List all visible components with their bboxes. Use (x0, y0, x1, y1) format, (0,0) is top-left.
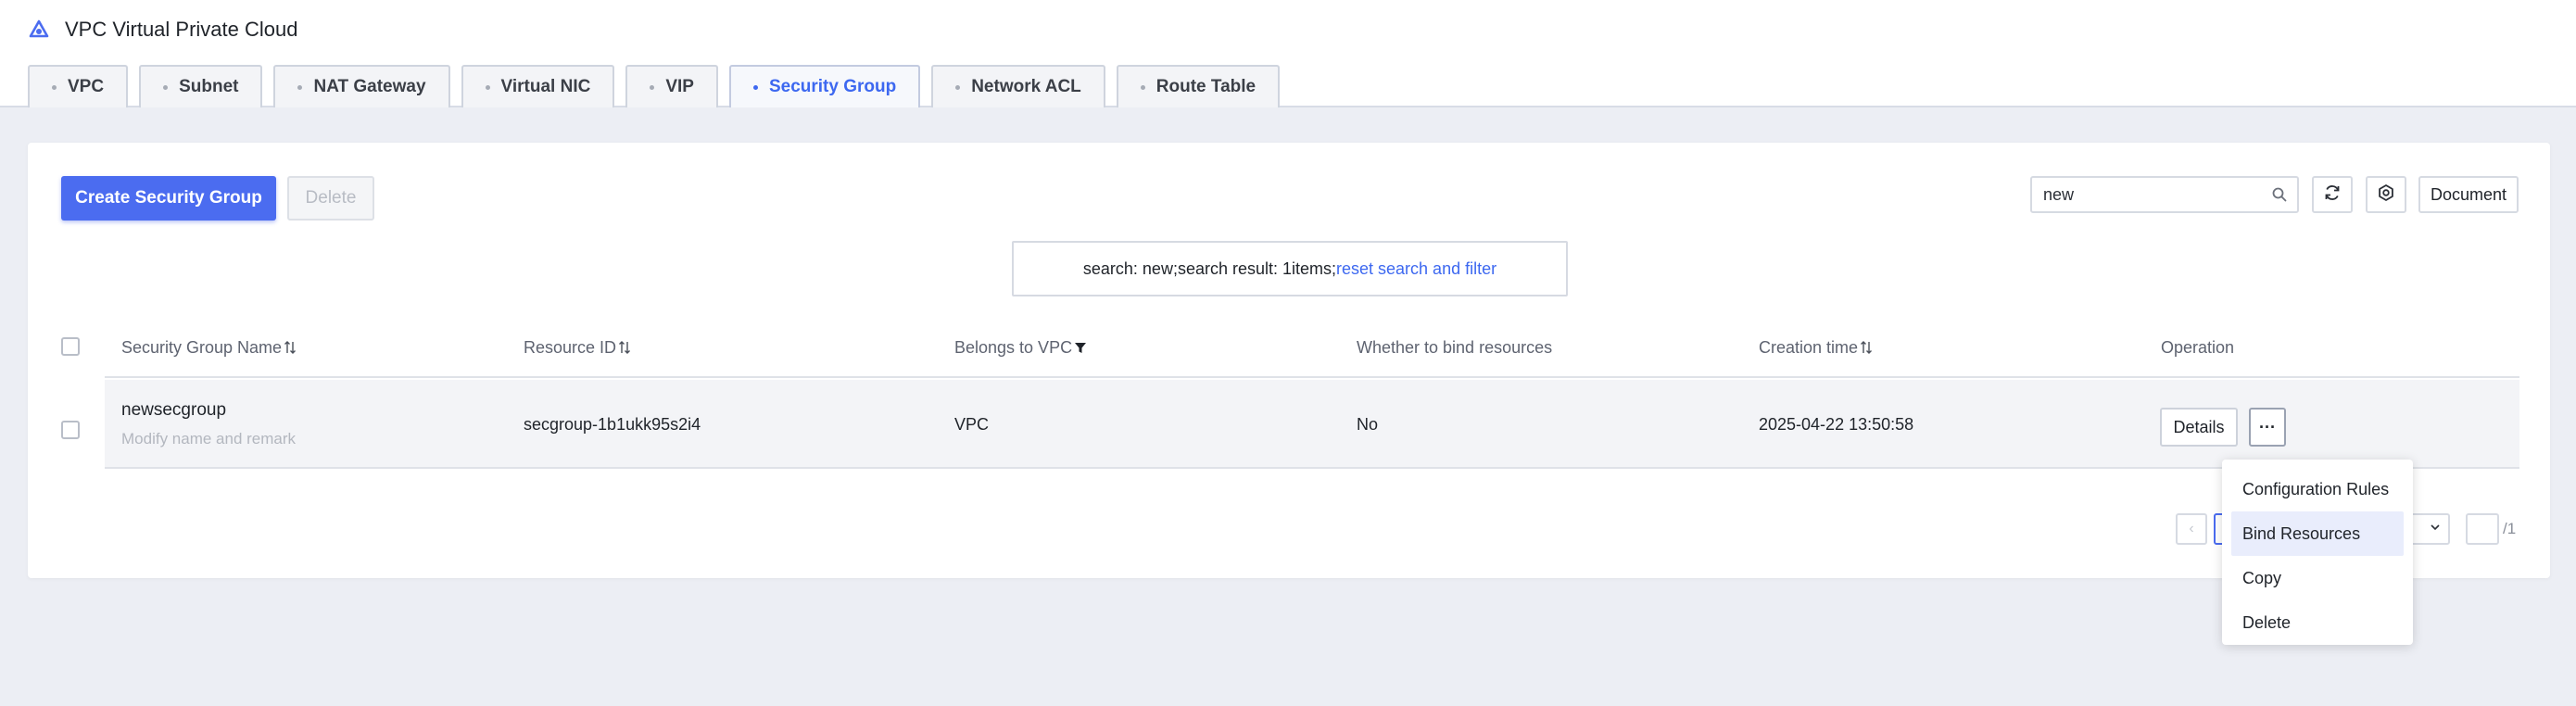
column-header-label: Resource ID (524, 337, 617, 357)
row-checkbox[interactable] (61, 421, 80, 439)
column-header-created[interactable]: Creation time (1759, 319, 1873, 376)
settings-button[interactable] (2366, 176, 2406, 213)
content-card: Create Security Group Delete new Documen… (28, 143, 2550, 578)
menu-item-copy[interactable]: Copy (2231, 556, 2404, 600)
column-header-label: Security Group Name (121, 337, 283, 357)
page-size-select[interactable] (2409, 513, 2450, 545)
select-all-checkbox[interactable] (61, 337, 80, 356)
tab-label: Virtual NIC (500, 77, 591, 96)
tab-network-acl[interactable]: Network ACL (931, 65, 1105, 107)
tab-label: Network ACL (971, 77, 1081, 96)
table-header: Security Group Name Resource ID Belongs … (105, 319, 2519, 378)
vpc-cell: VPC (954, 415, 990, 434)
delete-button[interactable]: Delete (287, 176, 374, 221)
table-row: newsecgroup Modify name and remark secgr… (105, 380, 2519, 469)
brand: VPC Virtual Private Cloud (28, 17, 298, 43)
security-group-name-cell: newsecgroup Modify name and remark (121, 400, 296, 448)
search-result-banner: search: new;search result: 1items; reset … (1012, 241, 1568, 296)
column-header-label: Belongs to VPC (954, 337, 1073, 357)
tab-subnet[interactable]: Subnet (139, 65, 263, 107)
sort-icon[interactable] (618, 339, 631, 356)
modify-name-link[interactable]: Modify name and remark (121, 430, 296, 448)
search-result-text: search: new;search result: 1items; (1082, 258, 1337, 278)
tab-label: VIP (665, 77, 694, 96)
column-header-label: Whether to bind resources (1357, 337, 1553, 357)
menu-item-delete[interactable]: Delete (2231, 600, 2404, 645)
refresh-icon (2323, 183, 2342, 207)
tab-nat-gateway[interactable]: NAT Gateway (273, 65, 450, 107)
refresh-button[interactable] (2312, 176, 2353, 213)
column-header-label: Creation time (1759, 337, 1859, 357)
tab-vpc[interactable]: VPC (28, 65, 129, 107)
tab-security-group[interactable]: Security Group (728, 65, 921, 107)
column-header-label: Operation (2161, 337, 2235, 357)
tab-label: VPC (68, 77, 105, 96)
search-icon[interactable] (2271, 186, 2288, 203)
tab-label: Security Group (768, 77, 897, 96)
tab-route-table[interactable]: Route Table (1116, 65, 1281, 107)
column-header-vpc[interactable]: Belongs to VPC (954, 319, 1087, 376)
page-total: /1 (2503, 520, 2517, 537)
tab-label: Subnet (179, 77, 239, 96)
tab-dot-icon (297, 84, 303, 90)
page-title: VPC Virtual Private Cloud (65, 18, 298, 41)
menu-item-bind-resources[interactable]: Bind Resources (2231, 511, 2404, 556)
more-actions-button[interactable]: ··· (2249, 408, 2286, 447)
column-header-name[interactable]: Security Group Name (121, 319, 297, 376)
bind-status-cell: No (1357, 415, 1379, 434)
tab-dot-icon (52, 84, 57, 90)
gear-icon (2377, 183, 2395, 207)
cloud-logo-icon (28, 19, 50, 41)
column-header-resource-id[interactable]: Resource ID (524, 319, 631, 376)
tab-label: Route Table (1155, 77, 1256, 96)
sort-icon[interactable] (1860, 339, 1873, 356)
tab-dot-icon (485, 84, 490, 90)
search-input-value: new (2043, 184, 2075, 204)
tab-bar: VPC Subnet NAT Gateway Virtual NIC VIP S… (28, 65, 1291, 107)
tab-dot-icon (163, 84, 169, 90)
tab-vip[interactable]: VIP (625, 65, 718, 107)
chevron-down-icon (2430, 521, 2441, 537)
tab-dot-icon (650, 84, 655, 90)
reset-search-link[interactable]: reset search and filter (1336, 259, 1496, 279)
tab-virtual-nic[interactable]: Virtual NIC (461, 65, 615, 107)
tab-dot-icon (955, 84, 961, 90)
creation-time-cell: 2025-04-22 13:50:58 (1759, 415, 1914, 434)
menu-item-configuration-rules[interactable]: Configuration Rules (2231, 467, 2404, 511)
sort-icon[interactable] (284, 339, 297, 356)
column-header-bind: Whether to bind resources (1357, 319, 1552, 376)
filter-icon[interactable] (1074, 339, 1087, 356)
top-header: VPC Virtual Private Cloud VPC Subnet NAT… (0, 0, 2576, 107)
document-button[interactable]: Document (2418, 176, 2519, 213)
tab-label: NAT Gateway (313, 77, 426, 96)
more-actions-menu: Configuration Rules Bind Resources Copy … (2222, 460, 2413, 645)
resource-id-cell: secgroup-1b1ukk95s2i4 (524, 415, 701, 434)
page-jump-input[interactable] (2466, 513, 2499, 545)
prev-page-button[interactable]: ‹ (2176, 513, 2207, 545)
security-group-name[interactable]: newsecgroup (121, 400, 296, 421)
tab-dot-icon (1140, 84, 1145, 90)
create-security-group-button[interactable]: Create Security Group (61, 176, 276, 221)
search-input[interactable]: new (2030, 176, 2299, 213)
tab-dot-icon (752, 84, 758, 90)
column-header-operation: Operation (2161, 319, 2234, 376)
details-button[interactable]: Details (2160, 408, 2238, 447)
